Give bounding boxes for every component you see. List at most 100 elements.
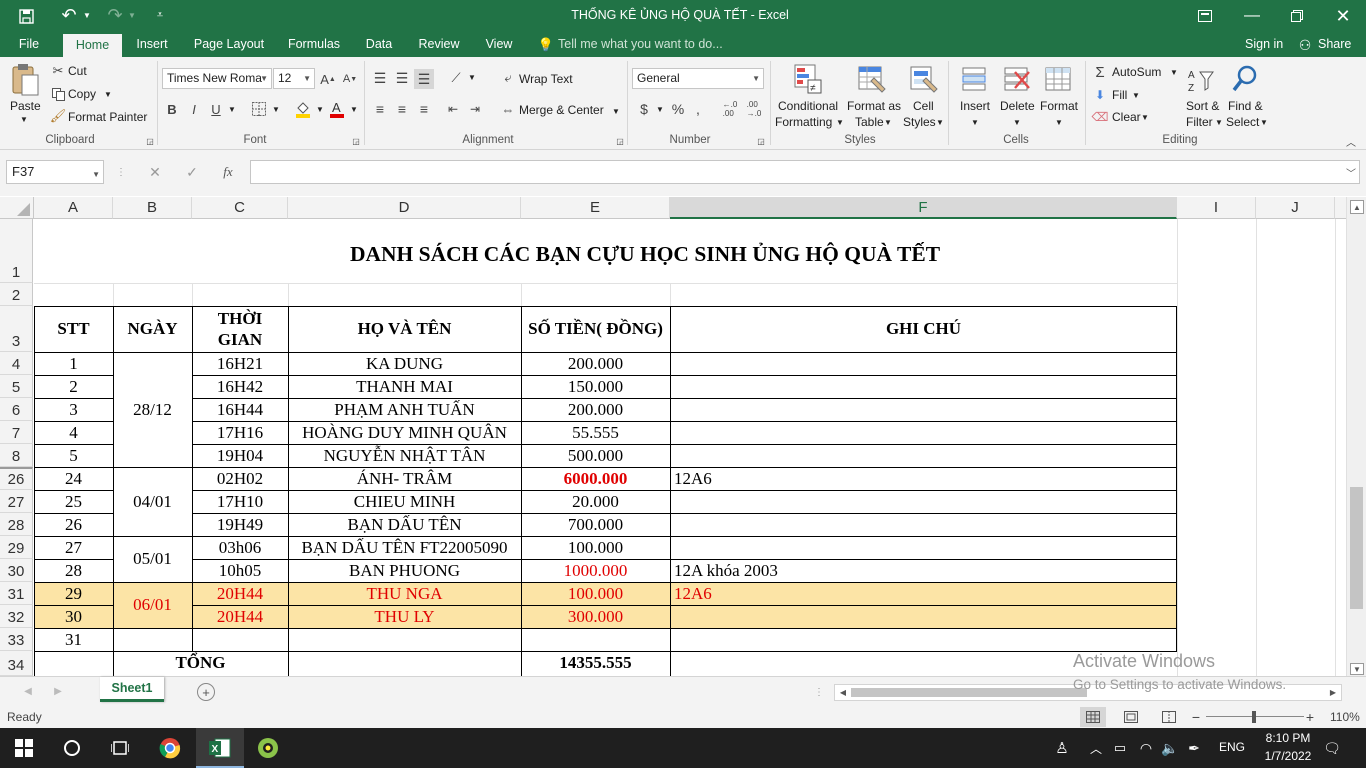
amount-cell[interactable]: 100.000 [521, 582, 670, 605]
align-left-icon[interactable]: ≡ [371, 100, 389, 118]
name-box[interactable]: F37 ▼ [6, 160, 104, 184]
header-ngay[interactable]: NGÀY [113, 306, 192, 352]
increase-decimal-icon[interactable]: ←.0.00 [720, 100, 740, 118]
decrease-font-size-icon[interactable]: A ▼ [342, 70, 358, 88]
decrease-decimal-icon[interactable]: .00 →.0 [744, 100, 764, 118]
alignment-launcher-icon[interactable]: ◲ [616, 137, 624, 146]
tab-home[interactable]: Home [63, 34, 122, 57]
sort-filter-icon[interactable]: AZ [1186, 65, 1216, 95]
comma-style-icon[interactable]: , [692, 100, 704, 118]
time-cell[interactable]: 16H44 [192, 398, 288, 421]
sort-filter-label-2[interactable]: Filter [1186, 115, 1213, 129]
align-right-icon[interactable]: ≡ [415, 100, 433, 118]
battery-icon[interactable]: ▭ [1110, 738, 1130, 758]
find-select-label-2[interactable]: Select [1226, 115, 1259, 129]
insert-function-icon[interactable]: fx [218, 163, 238, 181]
borders-dropdown-icon[interactable]: ▼ [272, 105, 280, 114]
delete-cells-button[interactable]: Delete [1000, 99, 1035, 113]
date-cell-2812[interactable]: 28/12 [113, 352, 192, 467]
currency-icon[interactable]: $ [636, 100, 652, 118]
next-sheet-icon[interactable]: ▶ [52, 684, 64, 698]
redo-dropdown-icon[interactable]: ▼ [127, 8, 137, 22]
font-name-combo[interactable]: Times New Roma ▼ [162, 68, 272, 89]
date-cell-0601[interactable]: 06/01 [113, 582, 192, 628]
scroll-left-icon[interactable]: ◀ [837, 686, 849, 699]
stt-cell[interactable]: 30 [34, 605, 113, 628]
align-center-icon[interactable]: ≡ [393, 100, 411, 118]
zoom-slider-thumb[interactable] [1252, 711, 1256, 723]
insert-cells-icon[interactable] [960, 63, 990, 95]
save-icon[interactable] [16, 6, 36, 26]
minimize-icon[interactable]: — [1240, 6, 1264, 26]
undo-icon[interactable]: ↶ [58, 5, 80, 25]
fill-color-icon[interactable] [294, 99, 312, 119]
note-cell[interactable] [670, 536, 1177, 559]
cell-styles-button[interactable]: Cell [913, 99, 934, 113]
format-as-table-icon[interactable] [857, 63, 887, 95]
zoom-out-icon[interactable]: − [1190, 709, 1202, 725]
cancel-entry-icon[interactable]: ✕ [145, 163, 165, 181]
amount-cell[interactable]: 1000.000 [521, 559, 670, 582]
tab-file[interactable]: File [8, 32, 50, 57]
conditional-formatting-button[interactable]: Conditional [778, 99, 838, 113]
normal-view-icon[interactable] [1080, 707, 1106, 727]
column-header-a[interactable]: A [34, 197, 113, 219]
copy-button[interactable]: Copy [68, 87, 96, 101]
stt-cell[interactable]: 27 [34, 536, 113, 559]
cell-styles-icon[interactable] [909, 63, 939, 95]
format-cells-icon[interactable] [1043, 63, 1073, 95]
stt-cell[interactable]: 29 [34, 582, 113, 605]
column-header-d[interactable]: D [288, 197, 521, 219]
conditional-formatting-label-2[interactable]: Formatting [775, 115, 832, 129]
amount-cell[interactable]: 200.000 [521, 398, 670, 421]
time-cell[interactable]: 17H16 [192, 421, 288, 444]
currency-dropdown-icon[interactable]: ▼ [656, 105, 664, 114]
note-cell[interactable] [670, 444, 1177, 467]
align-top-icon[interactable]: ☰ [371, 69, 389, 87]
page-break-view-icon[interactable] [1156, 707, 1182, 727]
amount-cell[interactable]: 100.000 [521, 536, 670, 559]
stt-cell[interactable]: 31 [34, 628, 113, 651]
header-thoigian[interactable]: THỜI GIAN [192, 306, 288, 352]
amount-cell[interactable]: 300.000 [521, 605, 670, 628]
excel-taskbar-item[interactable]: X [196, 728, 244, 768]
stt-cell[interactable]: 28 [34, 559, 113, 582]
orientation-dropdown-icon[interactable]: ▼ [468, 73, 476, 82]
tab-formulas[interactable]: Formulas [282, 32, 346, 57]
note-cell[interactable] [670, 375, 1177, 398]
row-header-27[interactable]: 27 [0, 490, 33, 513]
time-cell[interactable]: 17H10 [192, 490, 288, 513]
amount-cell[interactable]: 6000.000 [521, 467, 670, 490]
insert-cells-button[interactable]: Insert [960, 99, 990, 113]
conditional-formatting-dropdown-icon[interactable]: ▼ [836, 118, 844, 127]
merge-center-icon[interactable]: ⇔ [499, 100, 517, 118]
tab-insert[interactable]: Insert [128, 32, 176, 57]
name-cell[interactable] [288, 628, 521, 651]
amount-cell[interactable]: 200.000 [521, 352, 670, 375]
row-header-6[interactable]: 6 [0, 398, 33, 421]
clear-button[interactable]: Clear [1112, 110, 1141, 124]
decrease-indent-icon[interactable]: ⇤ [444, 100, 462, 118]
name-cell[interactable]: THU NGA [288, 582, 521, 605]
cut-icon[interactable]: ✂ [50, 63, 66, 78]
eraser-icon[interactable]: ⌫ [1092, 108, 1109, 126]
row-header-32[interactable]: 32 [0, 605, 33, 628]
font-launcher-icon[interactable]: ◲ [352, 137, 360, 146]
people-icon[interactable]: ♙ [1052, 738, 1072, 758]
name-cell[interactable]: KA DUNG [288, 352, 521, 375]
windows-start-icon[interactable] [14, 738, 34, 758]
notification-icon[interactable]: 🗨 [1322, 738, 1342, 758]
clock-date[interactable]: 1/7/2022 [1258, 749, 1318, 763]
merge-center-button[interactable]: Merge & Center [519, 103, 604, 117]
wrap-text-icon[interactable]: ⤶ [499, 69, 517, 87]
merge-dropdown-icon[interactable]: ▼ [612, 107, 620, 116]
pen-icon[interactable]: ✒ [1184, 738, 1204, 758]
note-cell[interactable]: 12A khóa 2003 [670, 559, 1177, 582]
note-cell[interactable]: 12A6 [670, 582, 1177, 605]
search-icon[interactable] [62, 738, 82, 758]
time-cell[interactable]: 10h05 [192, 559, 288, 582]
note-cell[interactable] [670, 421, 1177, 444]
name-cell[interactable]: ÁNH- TRÂM [288, 467, 521, 490]
stt-cell[interactable]: 5 [34, 444, 113, 467]
sort-filter-button[interactable]: Sort & [1186, 99, 1219, 113]
